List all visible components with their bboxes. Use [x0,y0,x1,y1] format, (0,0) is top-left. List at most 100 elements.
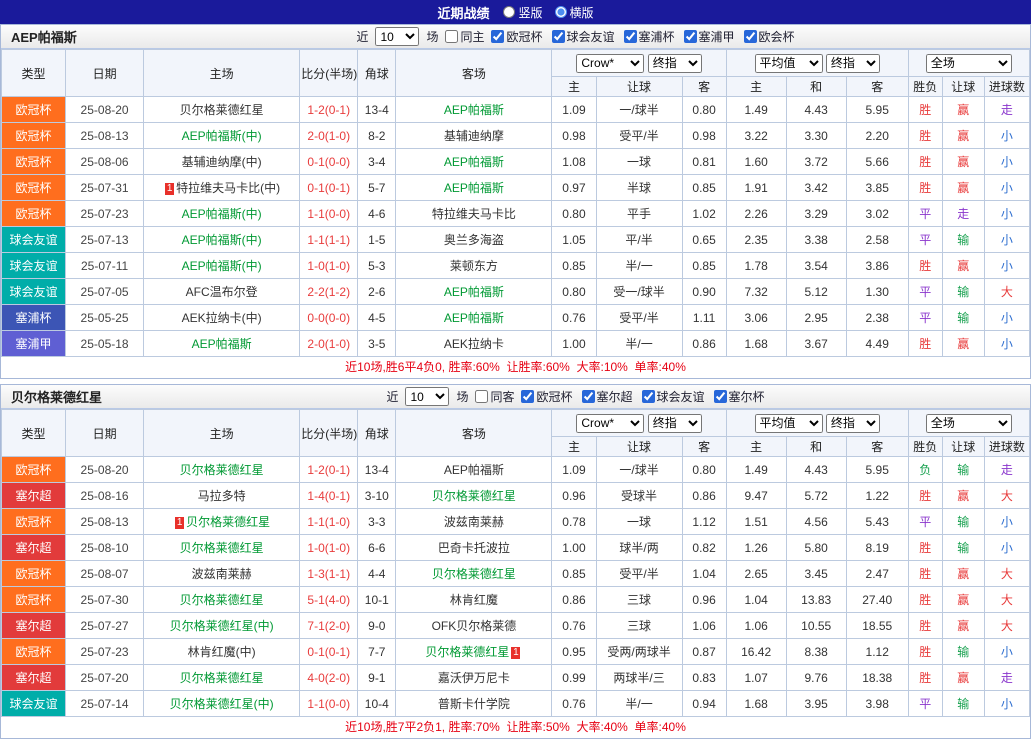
league-filter[interactable]: 球会友谊 [552,28,615,45]
away-team-cell[interactable]: 基辅迪纳摩 [396,123,552,149]
home-team-cell[interactable]: AEP帕福斯 [144,331,300,357]
home-team-cell[interactable]: 基辅迪纳摩(中) [144,149,300,175]
away-team-cell[interactable]: 莱顿东方 [396,253,552,279]
average-time-select[interactable]: 终指 [826,414,880,433]
layout-radio[interactable] [555,6,567,18]
odds-source-select[interactable]: Crow* [576,54,644,73]
home-team-cell[interactable]: 贝尔格莱德红星 [144,97,300,123]
away-team-cell[interactable]: AEP帕福斯 [396,279,552,305]
home-team-cell[interactable]: AFC温布尔登 [144,279,300,305]
home-team-cell[interactable]: AEK拉纳卡(中) [144,305,300,331]
recent-count-select[interactable]: 10 [405,387,449,406]
home-team-cell[interactable]: 贝尔格莱德红星 [144,587,300,613]
away-team-cell[interactable]: AEP帕福斯 [396,97,552,123]
league-checkbox[interactable] [714,390,727,403]
score-cell[interactable]: 2-0(1-0) [300,123,358,149]
away-team-cell[interactable]: AEP帕福斯 [396,175,552,201]
away-team-cell[interactable]: 巴奇卡托波拉 [396,535,552,561]
league-checkbox[interactable] [744,30,757,43]
away-team-cell[interactable]: AEK拉纳卡 [396,331,552,357]
home-team-cell[interactable]: 1特拉维夫马卡比(中) [144,175,300,201]
league-filter[interactable]: 塞尔超 [582,388,633,405]
scope-select[interactable]: 全场 [926,414,1012,433]
score-cell[interactable]: 4-0(2-0) [300,665,358,691]
home-team-cell[interactable]: 贝尔格莱德红星 [144,535,300,561]
league-filter[interactable]: 塞浦杯 [624,28,675,45]
away-team-cell[interactable]: 嘉沃伊万尼卡 [396,665,552,691]
score-cell[interactable]: 1-2(0-1) [300,97,358,123]
away-team-cell[interactable]: AEP帕福斯 [396,149,552,175]
away-team-cell[interactable]: 贝尔格莱德红星 [396,483,552,509]
recent-count-select[interactable]: 10 [375,27,419,46]
away-team-cell[interactable]: AEP帕福斯 [396,305,552,331]
odds-time-select[interactable]: 终指 [648,54,702,73]
score-cell[interactable]: 0-1(0-1) [300,639,358,665]
league-checkbox[interactable] [552,30,565,43]
league-filter[interactable]: 欧冠杯 [521,388,572,405]
league-checkbox[interactable] [521,390,534,403]
layout-option-vertical[interactable]: 竖版 [503,4,542,21]
score-cell[interactable]: 1-1(1-0) [300,509,358,535]
home-team-cell[interactable]: 贝尔格莱德红星(中) [144,613,300,639]
odds-time-select[interactable]: 终指 [648,414,702,433]
score-cell[interactable]: 0-1(0-1) [300,175,358,201]
score-cell[interactable]: 0-1(0-0) [300,149,358,175]
same-venue-checkbox[interactable] [475,390,488,403]
avg-home-cell: 1.49 [726,97,786,123]
away-team-cell[interactable]: 波兹南莱赫 [396,509,552,535]
home-team-cell[interactable]: 波兹南莱赫 [144,561,300,587]
score-cell[interactable]: 1-0(1-0) [300,253,358,279]
score-cell[interactable]: 0-0(0-0) [300,305,358,331]
away-team-cell[interactable]: AEP帕福斯 [396,457,552,483]
score-cell[interactable]: 5-1(4-0) [300,587,358,613]
home-team-cell[interactable]: 贝尔格莱德红星 [144,665,300,691]
home-team-cell[interactable]: AEP帕福斯(中) [144,253,300,279]
score-cell[interactable]: 1-0(1-0) [300,535,358,561]
away-team-cell[interactable]: 奥兰多海盗 [396,227,552,253]
home-team-cell[interactable]: AEP帕福斯(中) [144,201,300,227]
league-filter[interactable]: 塞浦甲 [684,28,735,45]
score-cell[interactable]: 2-2(1-2) [300,279,358,305]
same-venue-filter[interactable]: 同客 [475,388,514,405]
away-team-cell[interactable]: OFK贝尔格莱德 [396,613,552,639]
league-filter[interactable]: 球会友谊 [642,388,705,405]
average-time-select[interactable]: 终指 [826,54,880,73]
away-team-cell[interactable]: 特拉维夫马卡比 [396,201,552,227]
layout-option-horizontal[interactable]: 横版 [555,4,594,21]
scope-select[interactable]: 全场 [926,54,1012,73]
score-cell[interactable]: 7-1(2-0) [300,613,358,639]
score-cell[interactable]: 1-4(0-1) [300,483,358,509]
same-venue-checkbox[interactable] [445,30,458,43]
away-team-cell[interactable]: 普斯卡什学院 [396,691,552,717]
same-venue-filter[interactable]: 同主 [445,28,484,45]
col-score: 比分(半场) [300,50,358,97]
home-team-cell[interactable]: 贝尔格莱德红星(中) [144,691,300,717]
score-cell[interactable]: 1-1(1-1) [300,227,358,253]
score-cell[interactable]: 1-1(0-0) [300,691,358,717]
home-team-cell[interactable]: AEP帕福斯(中) [144,227,300,253]
away-team-cell[interactable]: 林肯红魔 [396,587,552,613]
league-checkbox[interactable] [624,30,637,43]
score-cell[interactable]: 1-1(0-0) [300,201,358,227]
home-team-cell[interactable]: 贝尔格莱德红星 [144,457,300,483]
score-cell[interactable]: 1-3(1-1) [300,561,358,587]
league-checkbox[interactable] [491,30,504,43]
away-team-cell[interactable]: 贝尔格莱德红星1 [396,639,552,665]
home-team-cell[interactable]: AEP帕福斯(中) [144,123,300,149]
away-team-cell[interactable]: 贝尔格莱德红星 [396,561,552,587]
home-team-cell[interactable]: 1贝尔格莱德红星 [144,509,300,535]
league-checkbox[interactable] [642,390,655,403]
league-checkbox[interactable] [684,30,697,43]
home-team-cell[interactable]: 马拉多特 [144,483,300,509]
home-team-cell[interactable]: 林肯红魔(中) [144,639,300,665]
league-filter[interactable]: 欧会杯 [744,28,795,45]
layout-radio[interactable] [503,6,515,18]
odds-source-select[interactable]: Crow* [576,414,644,433]
score-cell[interactable]: 1-2(0-1) [300,457,358,483]
average-select[interactable]: 平均值 [755,54,823,73]
average-select[interactable]: 平均值 [755,414,823,433]
league-filter[interactable]: 塞尔杯 [714,388,765,405]
league-checkbox[interactable] [582,390,595,403]
league-filter[interactable]: 欧冠杯 [491,28,542,45]
score-cell[interactable]: 2-0(1-0) [300,331,358,357]
